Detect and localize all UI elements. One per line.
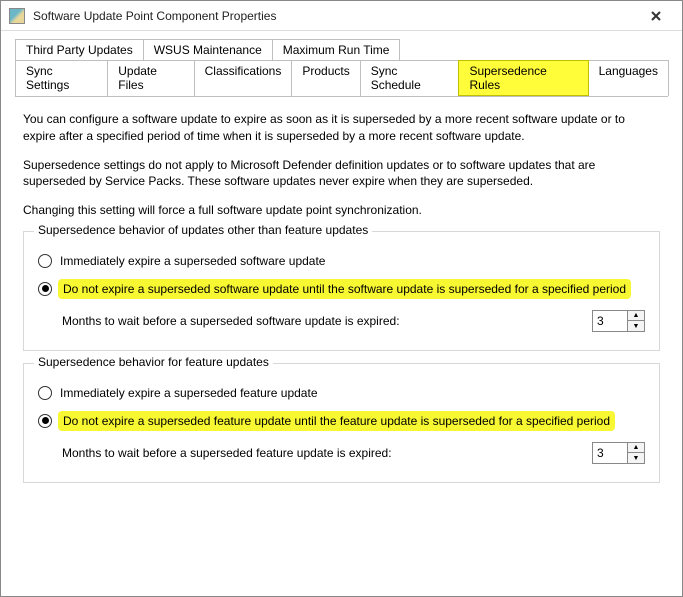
radio-immediate-expire-nonfeature-row: Immediately expire a superseded software… bbox=[38, 254, 645, 268]
radio-wait-period-nonfeature-row: Do not expire a superseded software upda… bbox=[38, 282, 645, 296]
months-spinner-nonfeature: ▲ ▼ bbox=[592, 310, 645, 332]
tab-wsus-maintenance[interactable]: WSUS Maintenance bbox=[143, 39, 273, 60]
tab-content: You can configure a software update to e… bbox=[1, 97, 682, 497]
dialog-window: Software Update Point Component Properti… bbox=[0, 0, 683, 597]
months-input-nonfeature[interactable] bbox=[593, 311, 627, 331]
radio-immediate-expire-feature-label[interactable]: Immediately expire a superseded feature … bbox=[60, 386, 318, 400]
radio-wait-period-feature-label[interactable]: Do not expire a superseded feature updat… bbox=[60, 414, 613, 428]
tab-supersedence-rules[interactable]: Supersedence Rules bbox=[458, 60, 588, 96]
intro-paragraph-1: You can configure a software update to e… bbox=[23, 111, 660, 145]
group-nonfeature-updates: Supersedence behavior of updates other t… bbox=[23, 231, 660, 351]
radio-wait-period-feature-row: Do not expire a superseded feature updat… bbox=[38, 414, 645, 428]
radio-immediate-expire-feature-row: Immediately expire a superseded feature … bbox=[38, 386, 645, 400]
group-legend-nonfeature: Supersedence behavior of updates other t… bbox=[34, 223, 372, 237]
intro-paragraph-2: Supersedence settings do not apply to Mi… bbox=[23, 157, 660, 191]
radio-immediate-expire-nonfeature-label[interactable]: Immediately expire a superseded software… bbox=[60, 254, 325, 268]
radio-immediate-expire-nonfeature[interactable] bbox=[38, 254, 52, 268]
radio-wait-period-feature[interactable] bbox=[38, 414, 52, 428]
months-row-feature: Months to wait before a superseded featu… bbox=[62, 442, 645, 464]
close-icon bbox=[651, 11, 661, 21]
tab-languages[interactable]: Languages bbox=[588, 60, 669, 96]
radio-immediate-expire-feature[interactable] bbox=[38, 386, 52, 400]
tab-sync-settings[interactable]: Sync Settings bbox=[15, 60, 108, 96]
months-row-nonfeature: Months to wait before a superseded softw… bbox=[62, 310, 645, 332]
months-label-nonfeature: Months to wait before a superseded softw… bbox=[62, 314, 400, 328]
spin-down-nonfeature[interactable]: ▼ bbox=[628, 321, 644, 331]
tab-update-files[interactable]: Update Files bbox=[107, 60, 194, 96]
tab-maximum-run-time[interactable]: Maximum Run Time bbox=[272, 39, 401, 60]
spin-up-nonfeature[interactable]: ▲ bbox=[628, 311, 644, 321]
radio-wait-period-nonfeature[interactable] bbox=[38, 282, 52, 296]
months-spinner-feature: ▲ ▼ bbox=[592, 442, 645, 464]
close-button[interactable] bbox=[638, 5, 674, 27]
tab-row-top: Third Party Updates WSUS Maintenance Max… bbox=[15, 39, 668, 60]
tab-classifications[interactable]: Classifications bbox=[194, 60, 293, 96]
titlebar: Software Update Point Component Properti… bbox=[1, 1, 682, 31]
group-feature-updates: Supersedence behavior for feature update… bbox=[23, 363, 660, 483]
intro-paragraph-3: Changing this setting will force a full … bbox=[23, 202, 660, 219]
months-label-feature: Months to wait before a superseded featu… bbox=[62, 446, 392, 460]
tab-row-bottom: Sync Settings Update Files Classificatio… bbox=[15, 60, 668, 97]
spin-buttons: ▲ ▼ bbox=[627, 443, 644, 463]
highlighted-text: Do not expire a superseded feature updat… bbox=[60, 413, 613, 429]
highlighted-text: Do not expire a superseded software upda… bbox=[60, 281, 629, 297]
tabs-area: Third Party Updates WSUS Maintenance Max… bbox=[1, 31, 682, 97]
months-input-feature[interactable] bbox=[593, 443, 627, 463]
tab-sync-schedule[interactable]: Sync Schedule bbox=[360, 60, 460, 96]
group-legend-feature: Supersedence behavior for feature update… bbox=[34, 355, 273, 369]
app-icon bbox=[9, 8, 25, 24]
spin-down-feature[interactable]: ▼ bbox=[628, 453, 644, 463]
window-title: Software Update Point Component Properti… bbox=[33, 9, 638, 23]
spin-buttons: ▲ ▼ bbox=[627, 311, 644, 331]
tab-products[interactable]: Products bbox=[291, 60, 360, 96]
radio-wait-period-nonfeature-label[interactable]: Do not expire a superseded software upda… bbox=[60, 282, 629, 296]
spin-up-feature[interactable]: ▲ bbox=[628, 443, 644, 453]
tab-third-party-updates[interactable]: Third Party Updates bbox=[15, 39, 144, 60]
